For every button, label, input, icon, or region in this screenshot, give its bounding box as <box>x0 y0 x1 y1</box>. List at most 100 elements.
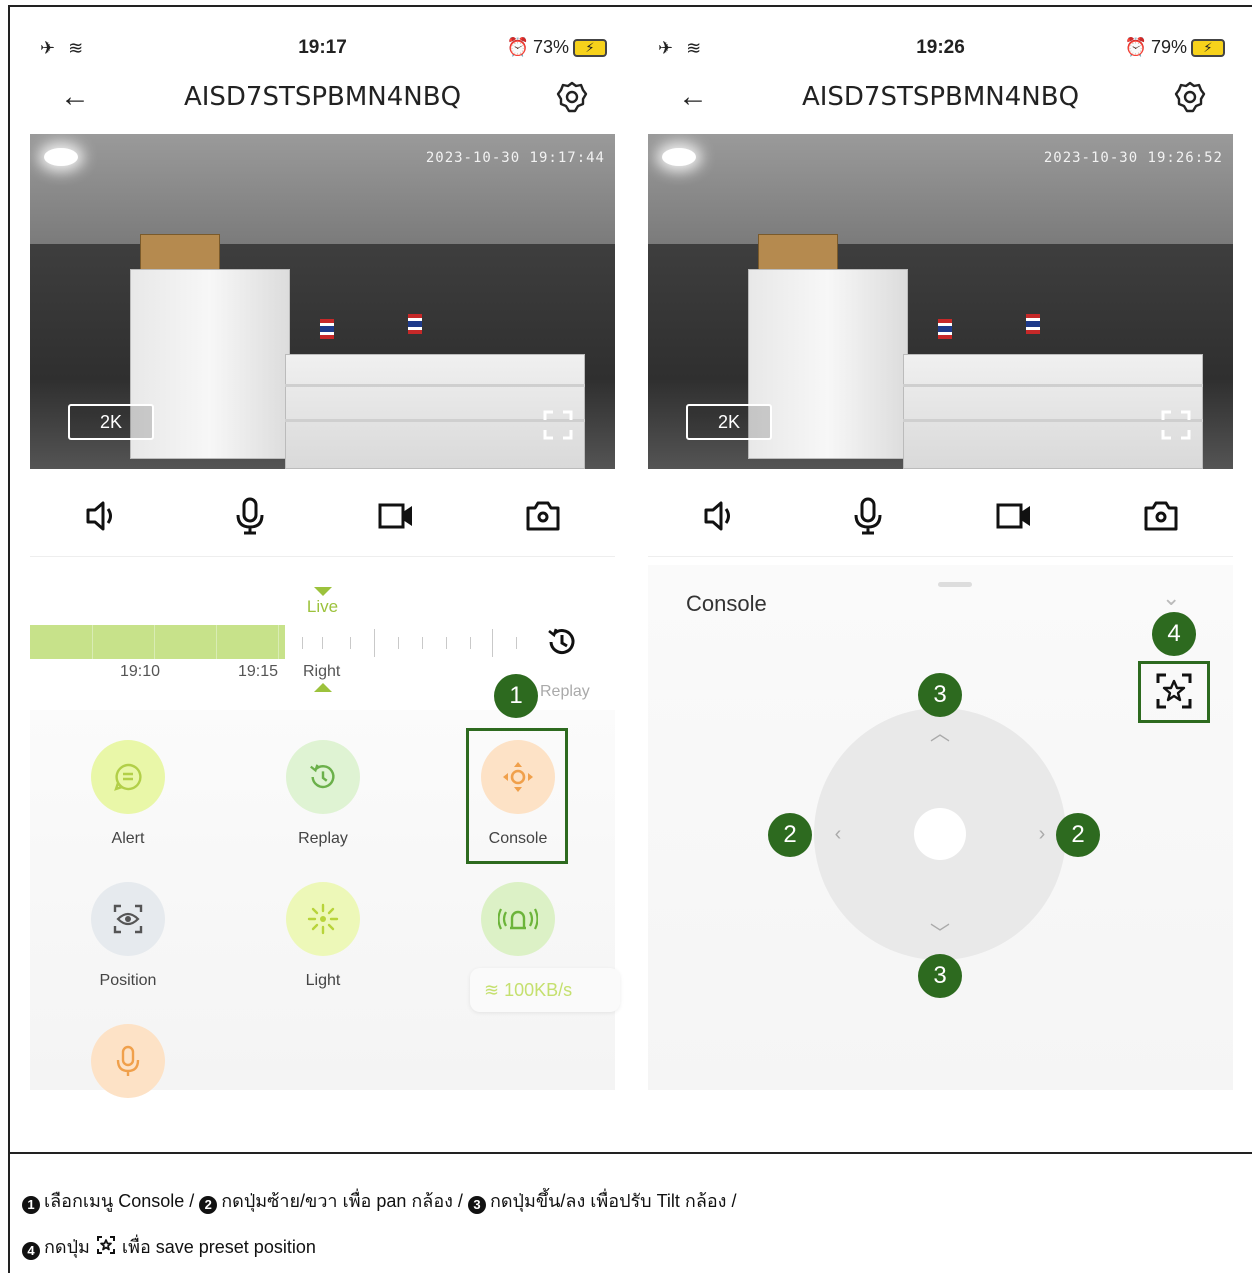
caption-line-2: 4 กดปุ่ม เพื่อ save preset position <box>22 1232 316 1261</box>
timeline-tick <box>492 629 493 657</box>
status-bar: ✈ ≋ 19:17 ⏰ 73% ⚡ <box>30 10 615 60</box>
video-cabinet <box>130 269 290 459</box>
settings-icon[interactable] <box>1173 80 1207 114</box>
video-shelf-line <box>285 419 585 422</box>
console-panel: Console ⌄ ︿ ﹀ ‹ › 4 3 3 2 2 <box>648 565 1233 1090</box>
tilt-up-arrow-icon[interactable]: ︿ <box>928 722 952 746</box>
caption-number: 4 <box>22 1242 40 1260</box>
menu-item-talk[interactable] <box>68 1024 188 1098</box>
battery-percent: 79% <box>1150 37 1187 57</box>
status-bar: ✈ ≋ 19:26 ⏰ 79% ⚡ <box>648 10 1233 60</box>
right-marker <box>314 683 332 692</box>
speaker-icon[interactable] <box>82 496 122 536</box>
snapshot-icon[interactable] <box>1141 496 1181 536</box>
battery-icon: ⚡ <box>573 38 607 57</box>
step-badge-4: 4 <box>1152 612 1196 656</box>
caption-text: เพื่อ save preset position <box>121 1237 316 1257</box>
camera-live-view[interactable]: 2023-10-30 19:26:52 2K <box>648 134 1233 469</box>
video-flag <box>938 319 952 339</box>
video-timestamp: 2023-10-30 19:17:44 <box>425 150 605 166</box>
record-video-icon[interactable] <box>994 496 1034 536</box>
microphone-icon[interactable] <box>848 496 888 536</box>
nav-bar: ← AISD7STSPBMN4NBQ <box>30 70 615 126</box>
quality-button[interactable]: 2K <box>68 404 154 440</box>
quality-button[interactable]: 2K <box>686 404 772 440</box>
right-label: Right <box>303 663 341 680</box>
settings-icon[interactable] <box>555 80 589 114</box>
timeline-time-label: 19:15 <box>238 663 279 680</box>
caption-text: กดปุ่มซ้าย/ขวา เพื่อ pan กล้อง / <box>221 1191 468 1211</box>
menu-label: Light <box>305 972 341 989</box>
menu-item-light[interactable]: Light <box>263 882 383 990</box>
wifi-icon: ≋ <box>484 980 500 1000</box>
recorded-segment <box>30 625 285 659</box>
menu-label: Replay <box>298 830 348 847</box>
light-icon <box>286 882 360 956</box>
caption-divider <box>8 1152 1252 1154</box>
nav-bar: ← AISD7STSPBMN4NBQ <box>648 70 1233 126</box>
microphone-icon[interactable] <box>230 496 270 536</box>
right-phone-screen: ✈ ≋ 19:26 ⏰ 79% ⚡ ← AISD7STSPBMN4NBQ 202… <box>648 10 1233 1090</box>
left-phone-screen: ✈ ≋ 19:17 ⏰ 73% ⚡ ← AISD7STSPBMN4NBQ 202… <box>30 10 620 1098</box>
step-badge-1: 1 <box>494 674 538 718</box>
status-right: ⏰ 79% ⚡ <box>1125 37 1225 58</box>
menu-item-alarm[interactable] <box>458 882 578 956</box>
timeline-tick <box>398 637 399 649</box>
preset-star-icon[interactable] <box>1152 669 1196 713</box>
console-highlight-box <box>466 728 568 864</box>
speaker-icon[interactable] <box>700 496 740 536</box>
menu-item-replay[interactable]: Replay <box>263 740 383 848</box>
timeline-tick <box>350 637 351 649</box>
record-video-icon[interactable] <box>376 496 416 536</box>
pan-right-arrow-icon[interactable]: › <box>1030 822 1054 846</box>
timeline-tick <box>470 637 471 649</box>
chevron-down-icon[interactable]: ⌄ <box>1162 585 1180 611</box>
video-shelf <box>285 354 585 469</box>
fullscreen-icon[interactable] <box>543 410 573 440</box>
alarm-icon: ⏰ <box>506 37 529 57</box>
joystick-center[interactable] <box>914 808 966 860</box>
step-badge-2-left: 2 <box>768 813 812 857</box>
message-icon <box>91 740 165 814</box>
menu-item-alert[interactable]: Alert <box>68 740 188 848</box>
step-badge-3-down: 3 <box>918 954 962 998</box>
tilt-down-arrow-icon[interactable]: ﹀ <box>928 922 952 946</box>
battery-icon: ⚡ <box>1191 38 1225 57</box>
timeline-tick <box>446 637 447 649</box>
ptz-joystick[interactable]: ︿ ﹀ ‹ › <box>814 708 1066 960</box>
snapshot-icon[interactable] <box>523 496 563 536</box>
camera-live-view[interactable]: 2023-10-30 19:17:44 2K <box>30 134 615 469</box>
video-timestamp: 2023-10-30 19:26:52 <box>1043 150 1223 166</box>
menu-item-position[interactable]: Position <box>68 882 188 990</box>
live-label: Live <box>306 597 339 616</box>
battery-percent: 73% <box>532 37 569 57</box>
timeline-tick <box>302 637 303 649</box>
drag-handle[interactable] <box>938 582 972 587</box>
timeline-gridline <box>216 625 217 659</box>
menu-label: Alert <box>111 830 145 847</box>
page-title: AISD7STSPBMN4NBQ <box>183 82 462 112</box>
status-right: ⏰ 73% ⚡ <box>507 37 607 58</box>
video-lamp <box>44 148 78 166</box>
video-shelf-line <box>903 419 1203 422</box>
video-flag <box>1026 314 1040 334</box>
step-badge-3-up: 3 <box>918 673 962 717</box>
microphone-icon <box>91 1024 165 1098</box>
video-shelf <box>903 354 1203 469</box>
eye-scan-icon <box>91 882 165 956</box>
pan-left-arrow-icon[interactable]: ‹ <box>826 822 850 846</box>
page-title: AISD7STSPBMN4NBQ <box>801 82 1080 112</box>
history-icon <box>286 740 360 814</box>
caption-line-1: 1 เลือกเมนู Console / 2 กดปุ่มซ้าย/ขวา เพื… <box>22 1186 736 1215</box>
timeline-time-label: 19:10 <box>120 663 161 680</box>
timeline-gridline <box>154 625 155 659</box>
fullscreen-icon[interactable] <box>1161 410 1191 440</box>
caption-text: กดปุ่มขึ้น/ลง เพื่อปรับ Tilt กล้อง / <box>489 1191 737 1211</box>
timeline-tick <box>422 637 423 649</box>
timeline-tick <box>516 637 517 649</box>
video-lamp <box>662 148 696 166</box>
menu-label: Position <box>99 972 157 989</box>
console-title: Console <box>686 591 767 616</box>
history-icon[interactable] <box>545 625 579 659</box>
timeline-tick <box>374 629 375 657</box>
